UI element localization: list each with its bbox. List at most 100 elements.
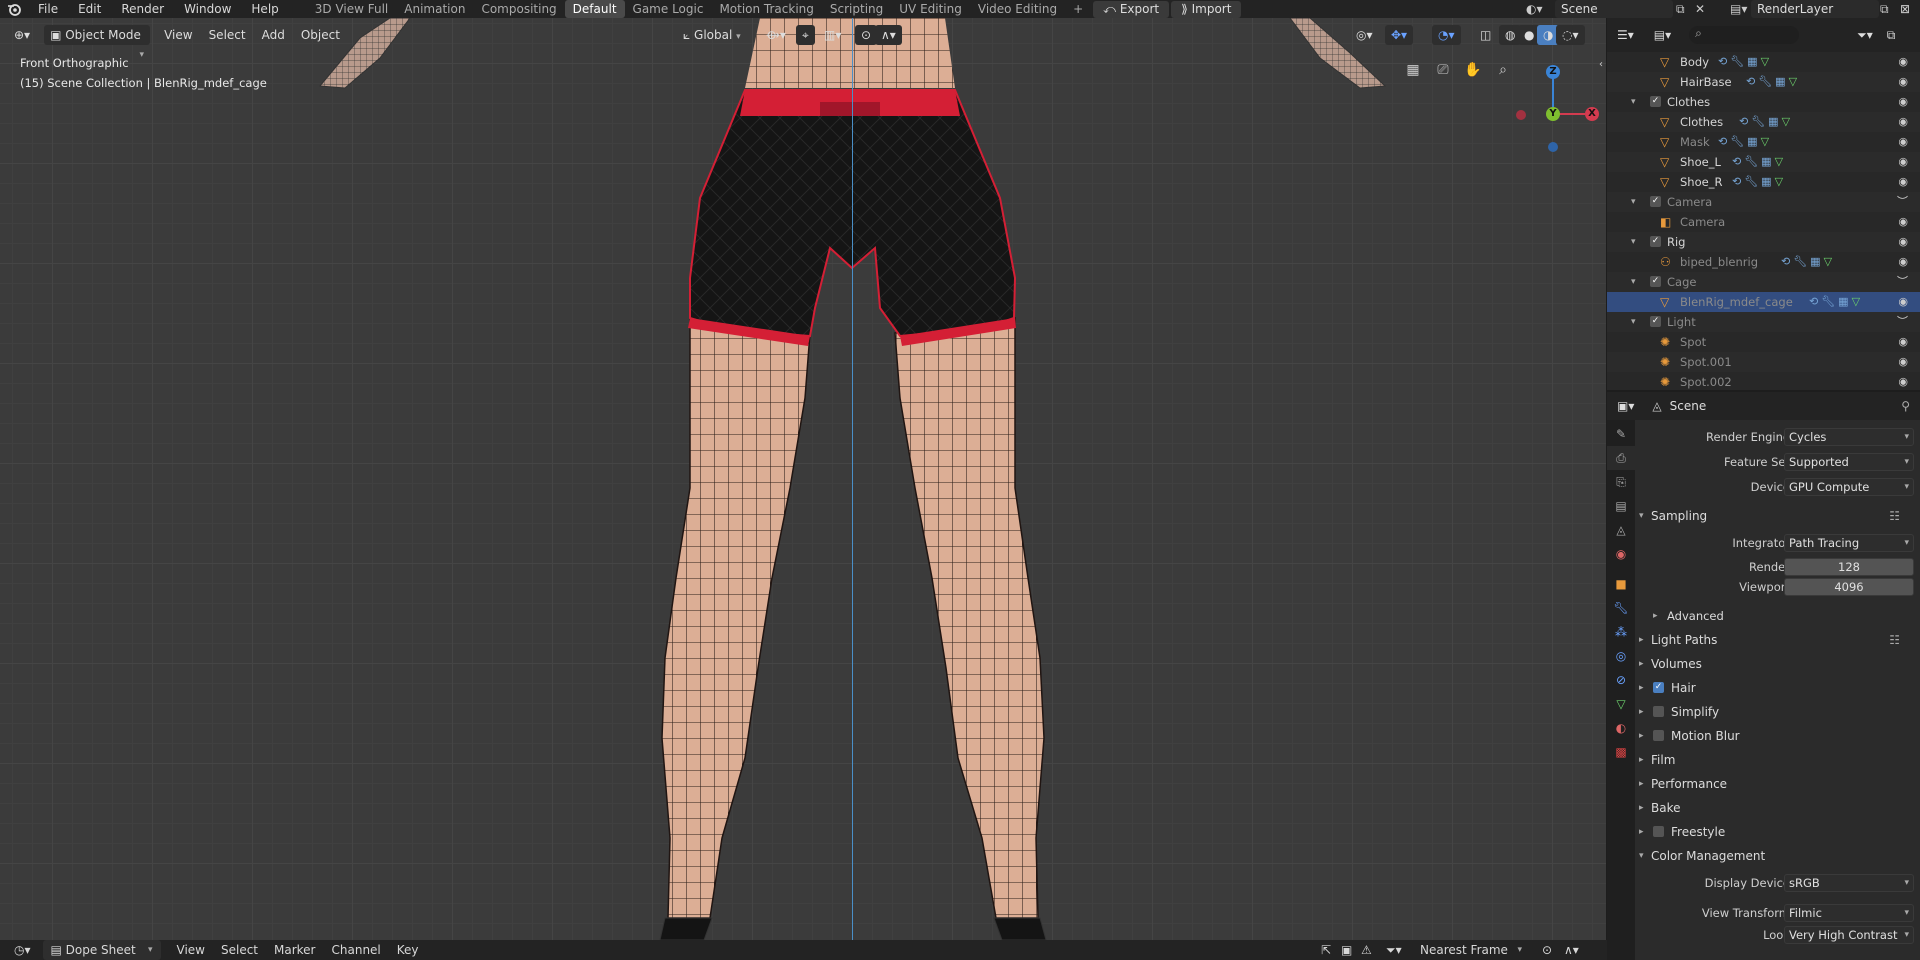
new-collection-icon[interactable]: ⧉ — [1881, 25, 1902, 45]
visibility-eye-icon[interactable]: ◉ — [1898, 292, 1908, 312]
menu-add[interactable]: Add — [256, 25, 291, 45]
sampling-section[interactable]: ▾ Sampling ☷ — [1635, 504, 1920, 528]
dopesheet-menu-key[interactable]: Key — [389, 940, 427, 960]
outliner-object-row[interactable]: ▽ Clothes ⟲🔧︎▦▽ ◉ — [1607, 112, 1920, 132]
tab-animation[interactable]: Animation — [396, 0, 473, 18]
world-tab-icon[interactable]: ◉ — [1607, 542, 1635, 566]
collection-checkbox[interactable]: ✓ — [1650, 316, 1661, 327]
dopesheet-menu-marker[interactable]: Marker — [266, 940, 323, 960]
scene-selector[interactable]: Scene — [1555, 0, 1673, 18]
physics-tab-icon[interactable]: ◎ — [1607, 644, 1635, 668]
dopesheet-menu-select[interactable]: Select — [213, 940, 266, 960]
proportional-edit-icon[interactable]: ⊙ — [855, 25, 878, 45]
z-axis-handle[interactable]: Z — [1546, 65, 1560, 79]
menu-help[interactable]: Help — [241, 0, 288, 18]
tab-uv-editing[interactable]: UV Editing — [891, 0, 970, 18]
visibility-eye-icon[interactable]: ◉ — [1898, 332, 1908, 352]
neg-z-axis-handle[interactable] — [1548, 142, 1558, 152]
outliner-object-row[interactable]: ✺ Spot.001 ◉ — [1607, 352, 1920, 372]
blender-logo-icon[interactable] — [0, 0, 28, 18]
outliner-object-row[interactable]: ◧ Camera ◉ — [1607, 212, 1920, 232]
light-paths-section[interactable]: ▸ Light Paths ☷ — [1635, 628, 1920, 652]
bake-section[interactable]: ▸ Bake — [1635, 796, 1920, 820]
advanced-subpanel[interactable]: ▸ Advanced — [1635, 604, 1920, 628]
expand-arrow-icon[interactable]: ▾ — [1631, 192, 1636, 212]
presets-list-icon[interactable]: ☷ — [1889, 628, 1900, 652]
motion-blur-section[interactable]: ▸ Motion Blur — [1635, 724, 1920, 748]
modifier-icons[interactable]: ⟲🔧︎▦▽ — [1809, 292, 1863, 312]
visibility-eye-icon[interactable]: ◉ — [1898, 52, 1908, 72]
visibility-eye-icon[interactable]: ︶ — [1897, 192, 1908, 212]
modifier-icons[interactable]: ⟲🔧︎▦▽ — [1732, 172, 1786, 192]
delete-scene-icon[interactable]: ✕ — [1695, 0, 1705, 18]
outliner-collection-row[interactable]: ▾ ✓ Camera ︶ — [1607, 192, 1920, 212]
expand-arrow-icon[interactable]: ▾ — [1631, 92, 1636, 112]
tab-3d-view-full[interactable]: 3D View Full — [307, 0, 397, 18]
camera-view-icon[interactable]: ⎚ — [1432, 59, 1454, 81]
outliner-collection-row[interactable]: ▾ ✓ Clothes ◉ — [1607, 92, 1920, 112]
display-mode-icon[interactable]: ▤▾ — [1648, 25, 1677, 45]
collection-checkbox[interactable]: ✓ — [1650, 236, 1661, 247]
falloff-icon[interactable]: ∧▾ — [875, 25, 902, 45]
menu-object[interactable]: Object — [295, 25, 346, 45]
particles-tab-icon[interactable]: ⁂ — [1607, 620, 1635, 644]
volumes-section[interactable]: ▸ Volumes — [1635, 652, 1920, 676]
motion-blur-checkbox[interactable] — [1653, 730, 1664, 741]
tab-compositing[interactable]: Compositing — [473, 0, 564, 18]
modifier-icons[interactable]: ⟲🔧︎▦▽ — [1739, 112, 1793, 132]
render-tab-icon[interactable]: ⎙ — [1607, 446, 1635, 470]
outliner-collection-row[interactable]: ▾ ✓ Cage ︶ — [1607, 272, 1920, 292]
look-dropdown[interactable]: Very High Contrast ▾ — [1784, 926, 1914, 944]
visibility-eye-icon[interactable]: ◉ — [1898, 112, 1908, 132]
tab-game-logic[interactable]: Game Logic — [625, 0, 712, 18]
tab-motion-tracking[interactable]: Motion Tracking — [711, 0, 821, 18]
neg-x-axis-handle[interactable] — [1516, 110, 1526, 120]
pivot-point-icon[interactable]: ⟴▾ — [760, 25, 792, 45]
feature-set-dropdown[interactable]: Supported ▾ — [1784, 453, 1914, 471]
import-button[interactable]: ⟫ Import — [1171, 0, 1242, 18]
delete-view-layer-icon[interactable]: ⊠ — [1900, 0, 1910, 18]
hair-checkbox[interactable]: ✓ — [1653, 682, 1664, 693]
filter-icon[interactable]: ⏷▾ — [1378, 940, 1410, 960]
pan-hand-icon[interactable]: ✋ — [1462, 59, 1484, 81]
view-transform-dropdown[interactable]: Filmic ▾ — [1784, 904, 1914, 922]
freestyle-section[interactable]: ▸ Freestyle — [1635, 820, 1920, 844]
add-workspace-button[interactable]: + — [1065, 0, 1091, 18]
editor-type-icon[interactable]: ⊕▾ — [8, 25, 36, 45]
dopesheet-menu-channel[interactable]: Channel — [324, 940, 389, 960]
x-axis-handle[interactable]: X — [1585, 107, 1599, 121]
viewport-samples-field[interactable]: 4096 — [1784, 578, 1914, 596]
outliner-object-row[interactable]: ▽ Body ⟲🔧︎▦▽ ◉ — [1607, 52, 1920, 72]
menu-select[interactable]: Select — [203, 25, 252, 45]
outliner-object-row[interactable]: ✺ Spot.002 ◉ — [1607, 372, 1920, 392]
output-tab-icon[interactable]: ⎘ — [1607, 470, 1635, 494]
modifier-icons[interactable]: ⟲🔧︎▦▽ — [1746, 72, 1800, 92]
render-samples-field[interactable]: 128 — [1784, 558, 1914, 576]
visibility-icon[interactable]: ◎▾ — [1350, 25, 1379, 45]
snap-mode-dropdown[interactable]: Nearest Frame ▾ — [1412, 940, 1530, 960]
only-errors-icon[interactable]: ⚠ — [1353, 940, 1380, 960]
outliner-object-row[interactable]: ▽ Shoe_L ⟲🔧︎▦▽ ◉ — [1607, 152, 1920, 172]
outliner-object-row[interactable]: ▽ BlenRig_mdef_cage ⟲🔧︎▦▽ ◉ — [1607, 292, 1920, 312]
snap-icon[interactable]: ⌖ — [796, 25, 815, 45]
visibility-eye-icon[interactable]: ︶ — [1897, 272, 1908, 292]
simplify-checkbox[interactable] — [1653, 706, 1664, 717]
constraints-tab-icon[interactable]: ⊘ — [1607, 668, 1635, 692]
integrator-dropdown[interactable]: Path Tracing ▾ — [1784, 534, 1914, 552]
character-model[interactable] — [0, 18, 1606, 940]
gizmo-toggle-icon[interactable]: ✥▾ — [1385, 25, 1414, 45]
menu-window[interactable]: Window — [174, 0, 241, 18]
modifier-icons[interactable]: ⟲🔧︎▦▽ — [1781, 252, 1835, 272]
3d-viewport[interactable]: ⊕▾ ▣ Object Mode ▾ View Select Add Object… — [0, 18, 1606, 940]
texture-tab-icon[interactable]: ▩ — [1607, 740, 1635, 764]
hair-section[interactable]: ▸ ✓ Hair — [1635, 676, 1920, 700]
menu-edit[interactable]: Edit — [68, 0, 111, 18]
render-engine-dropdown[interactable]: Cycles ▾ — [1784, 428, 1914, 446]
expand-arrow-icon[interactable]: ▾ — [1631, 232, 1636, 252]
outliner-object-row[interactable]: ▽ HairBase ⟲🔧︎▦▽ ◉ — [1607, 72, 1920, 92]
expand-arrow-icon[interactable]: ▾ — [1631, 272, 1636, 292]
visibility-eye-icon[interactable]: ◉ — [1898, 172, 1908, 192]
visibility-eye-icon[interactable]: ◉ — [1898, 92, 1908, 112]
collection-checkbox[interactable]: ✓ — [1650, 96, 1661, 107]
performance-section[interactable]: ▸ Performance — [1635, 772, 1920, 796]
